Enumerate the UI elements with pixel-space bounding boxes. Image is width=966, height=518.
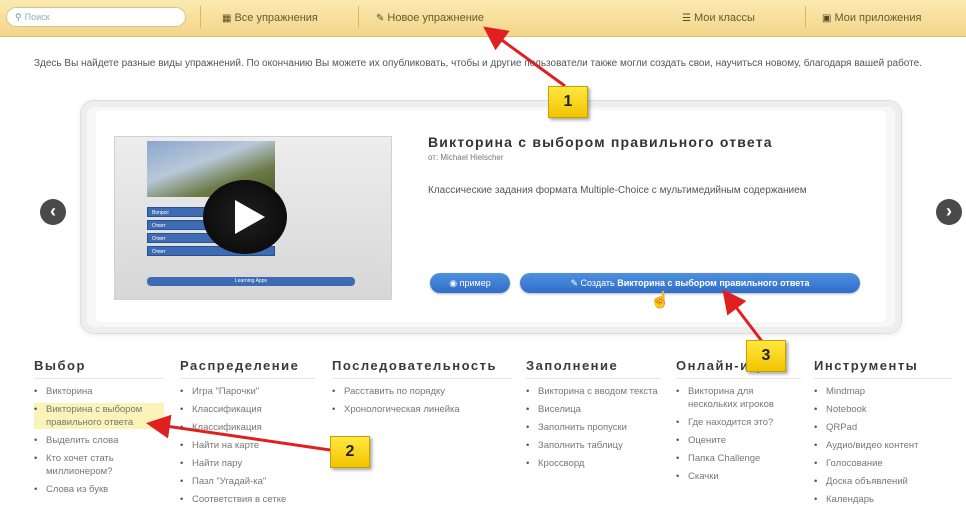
callout-badge-2: 2: [330, 436, 370, 468]
arrow-1: [483, 26, 566, 88]
arrow-2: [146, 414, 331, 452]
arrow-3: [722, 289, 766, 345]
annotation-arrows: [146, 26, 766, 452]
callout-badge-3: 3: [746, 340, 786, 372]
callout-badge-1: 1: [548, 86, 588, 118]
